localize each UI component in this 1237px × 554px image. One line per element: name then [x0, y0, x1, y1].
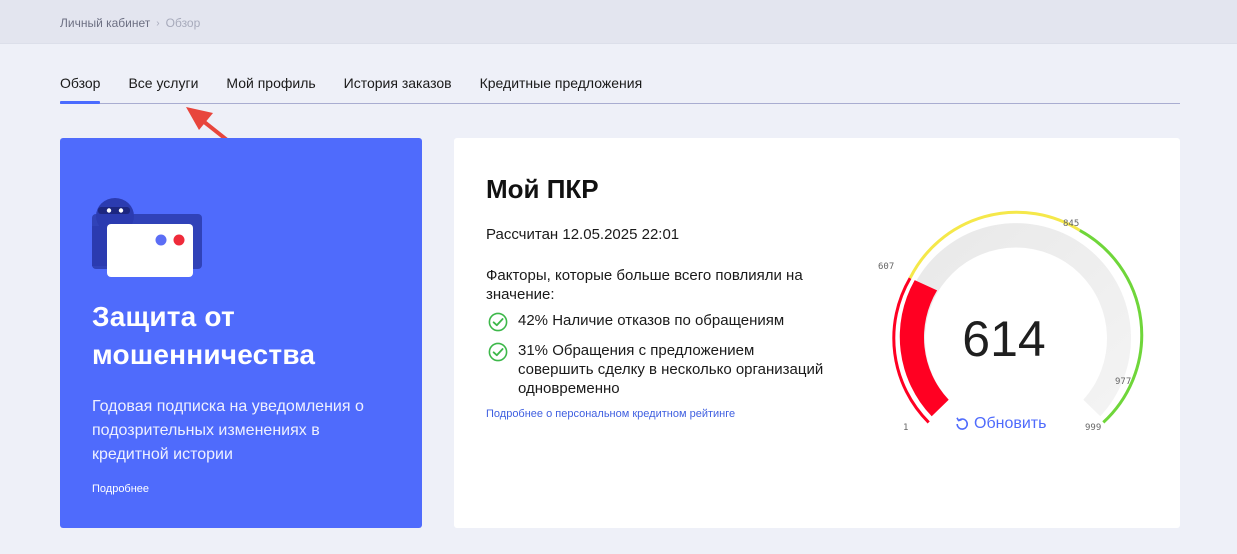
scale-label-977: 977 [1115, 377, 1132, 387]
tab-credit-offers[interactable]: Кредитные предложения [480, 72, 643, 103]
refresh-icon [956, 417, 968, 430]
calculated-date: Рассчитан 12.05.2025 22:01 [486, 226, 680, 243]
breadcrumb-home[interactable]: Личный кабинет [60, 16, 150, 30]
breadcrumb-current: Обзор [165, 16, 201, 30]
rating-score: 614 [962, 311, 1046, 367]
card-title: Мой ПКР [486, 174, 599, 204]
fraud-illustration-icon [92, 198, 202, 277]
factor-text: 42% Наличие отказов по обращениям [518, 312, 785, 329]
check-circle-icon [488, 312, 508, 332]
chevron-right-icon: › [156, 17, 160, 29]
promo-description: Годовая подписка на уведомления о подозр… [92, 398, 364, 463]
credit-rating-card: Мой ПКР Рассчитан 12.05.2025 22:01 Факто… [454, 138, 1180, 528]
refresh-label: Обновить [974, 415, 1047, 432]
tab-bar: Обзор Все услуги Мой профиль История зак… [60, 72, 1180, 104]
tab-order-history[interactable]: История заказов [344, 72, 452, 103]
tab-overview[interactable]: Обзор [60, 72, 101, 104]
factor-item: 31% Обращения с предложением совершить с… [488, 341, 828, 398]
tab-my-profile[interactable]: Мой профиль [226, 72, 315, 103]
rating-more-link[interactable]: Подробнее о персональном кредитном рейти… [486, 408, 735, 420]
scale-label-min: 1 [903, 423, 909, 433]
tab-all-services[interactable]: Все услуги [128, 72, 198, 103]
check-circle-icon [488, 342, 508, 362]
scale-label-max: 999 [1085, 423, 1102, 433]
factors-heading: Факторы, которые больше всего повлияли н… [486, 267, 803, 303]
breadcrumb: Личный кабинет › Обзор [60, 16, 200, 30]
refresh-button[interactable]: Обновить [954, 415, 1046, 433]
fraud-protection-card[interactable]: Защита от мошенничества Годовая подписка… [60, 138, 422, 528]
scale-label-845: 845 [1063, 219, 1080, 229]
promo-title: Защита от мошенничества [92, 301, 316, 370]
factor-item: 42% Наличие отказов по обращениям [488, 311, 828, 332]
top-bar: Личный кабинет › Обзор [0, 0, 1237, 44]
scale-label-607: 607 [878, 262, 895, 272]
factor-text: 31% Обращения с предложением совершить с… [518, 342, 824, 397]
promo-more-link[interactable]: Подробнее [92, 483, 149, 495]
